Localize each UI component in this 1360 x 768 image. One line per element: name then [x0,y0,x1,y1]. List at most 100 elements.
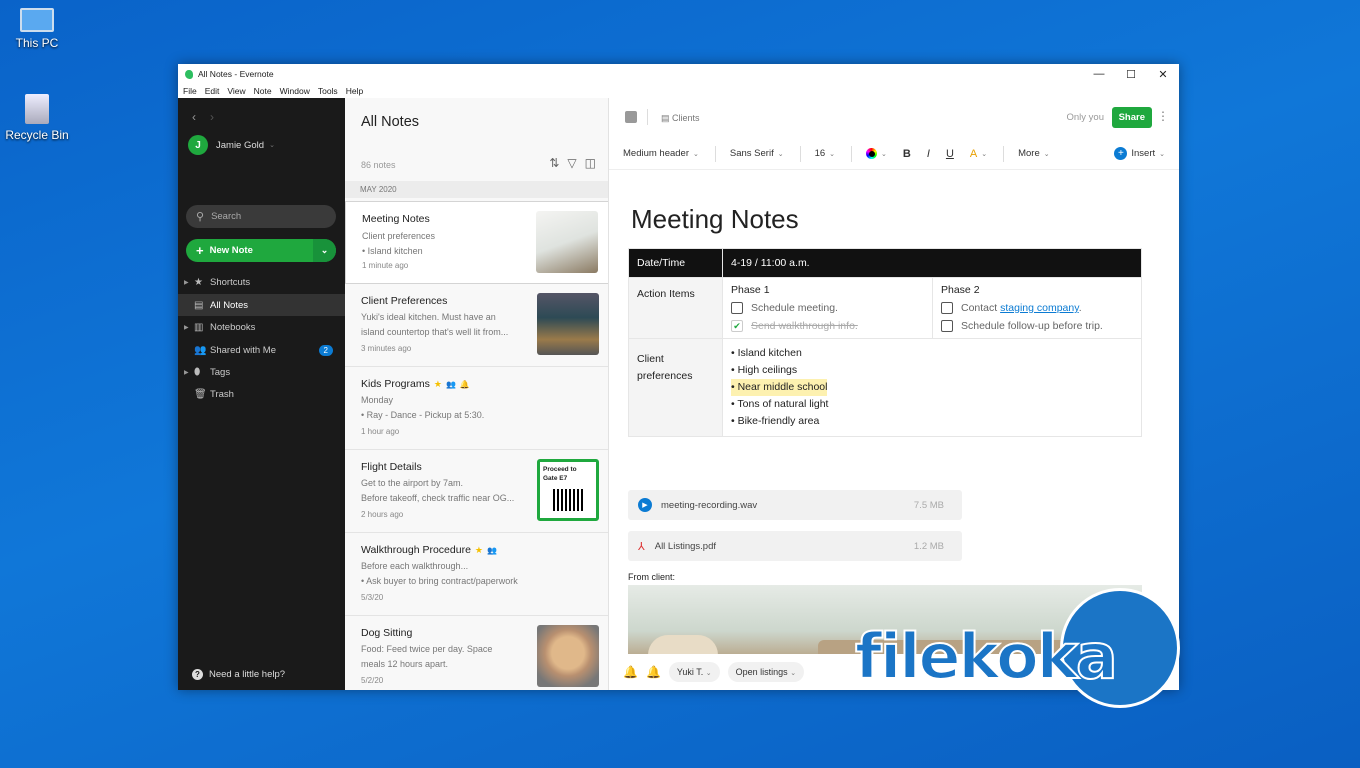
checkbox[interactable] [941,320,953,333]
checkbox-checked[interactable]: ✔ [731,320,743,333]
style-dropdown[interactable]: Medium header ⌄ [623,148,699,159]
sidebar-item-shortcuts[interactable]: ▶ ★ Shortcuts [178,271,345,293]
task-item[interactable]: ✔ Send walkthrough info. [731,320,924,333]
help-label: Need a little help? [209,669,286,680]
chevron-down-icon: ⌄ [1159,150,1165,158]
menu-edit[interactable]: Edit [205,86,220,96]
note-item[interactable]: Client Preferences Yuki's ideal kitchen.… [345,284,608,367]
plus-circle-icon: + [1114,147,1128,160]
date-value[interactable]: 4-19 / 11:00 a.m. [722,248,1142,278]
new-note-dropdown[interactable]: ⌄ [313,239,336,262]
italic-button[interactable]: I [927,148,930,160]
note-snippet: Client preferences [362,231,436,241]
close-button[interactable]: ✕ [1147,64,1179,84]
sort-icon[interactable]: ⇅ [549,156,559,170]
bold-button[interactable]: B [903,148,911,160]
assignee-dropdown[interactable]: Yuki T. ⌄ [668,662,720,682]
expand-icon[interactable] [625,111,637,123]
staging-company-link[interactable]: staging company [1000,302,1079,314]
more-options-icon[interactable]: ⋮ [1157,109,1169,123]
sidebar-item-all-notes[interactable]: ▤ All Notes [178,294,345,316]
note-item[interactable]: Flight Details Get to the airport by 7am… [345,450,608,533]
note-icon: ▤ [194,299,204,311]
task-item[interactable]: Schedule follow-up before trip. [941,320,1133,333]
menu-help[interactable]: Help [346,86,363,96]
insert-dropdown[interactable]: + Insert ⌄ [1114,147,1165,160]
editor-header: ▤ Clients Only you Share ⋮ [609,98,1179,138]
back-icon[interactable]: ‹ [192,110,196,124]
trash-icon: 🗑 [194,388,207,400]
notebook-breadcrumb[interactable]: ▤ Clients [661,113,700,124]
task-item[interactable]: Schedule meeting. [731,302,924,315]
note-snippet: meals 12 hours apart. [361,659,449,669]
account-menu[interactable]: J Jamie Gold ⌄ [188,135,275,155]
sidebar-item-label: Tags [210,366,231,378]
insert-label: Insert [1131,148,1156,159]
note-item[interactable]: Walkthrough Procedure ★ 👥 Before each walk… [345,533,608,616]
new-note-button[interactable]: + New Note ⌄ [186,239,336,262]
note-item[interactable]: Dog Sitting Food: Feed twice per day. Sp… [345,616,608,690]
tag-dropdown[interactable]: Open listings ⌄ [727,662,805,682]
sidebar-item-notebooks[interactable]: ▶ ▥ Notebooks [178,316,345,338]
menu-note[interactable]: Note [254,86,272,96]
view-options-icon[interactable]: ◫ [585,156,596,170]
tag-label: Open listings [735,667,788,677]
sidebar-item-label: Notebooks [210,321,256,333]
note-snippet: • Island kitchen [362,246,423,256]
font-size-dropdown[interactable]: 16 ⌄ [815,148,835,159]
task-text: Schedule meeting. [751,302,838,314]
from-client-label: From client: [628,572,676,582]
star-icon: ★ [474,544,483,555]
search-input[interactable]: ⚲ Search [186,205,336,228]
attachment-size: 7.5 MB [913,499,944,511]
action-items-label: Action Items [628,276,723,340]
pdf-attachment[interactable]: ⅄ All Listings.pdf 1.2 MB [628,531,962,561]
checkbox[interactable] [941,302,953,315]
share-button[interactable]: Share [1111,107,1152,128]
menu-window[interactable]: Window [280,86,310,96]
menu-view[interactable]: View [227,86,245,96]
note-title[interactable]: Meeting Notes [631,204,799,235]
recycle-bin-icon [25,94,49,124]
boarding-pass-text: Proceed to Gate E7 [543,466,577,482]
color-wheel-icon [866,148,878,159]
star-icon: ★ [194,276,203,288]
maximize-button[interactable]: ☐ [1115,64,1147,84]
filter-icon[interactable]: ▽ [567,156,576,170]
note-item[interactable]: Kids Programs ★ 👥 🔔 Monday • Ray - Dance - … [345,367,608,450]
menu-file[interactable]: File [183,86,197,96]
underline-button[interactable]: U [946,148,954,160]
sidebar-item-tags[interactable]: ▶ ⬮ Tags [178,361,345,383]
note-item[interactable]: Meeting Notes Client preferences • Islan… [345,201,608,284]
chevron-down-icon: ⌄ [777,150,784,158]
attachment-name: meeting-recording.wav [661,499,758,511]
shared-icon: 👥 [487,545,497,555]
task-text: Send walkthrough info. [751,320,858,333]
task-item[interactable]: Contact staging company. [941,302,1133,315]
formatting-toolbar: Medium header ⌄ Sans Serif ⌄ 16 ⌄ ⌄ B I U A… [609,138,1179,170]
minimize-button[interactable]: — [1083,64,1115,84]
highlight-icon[interactable]: A ⌄ [970,148,987,160]
chevron-down-icon: ⌄ [269,142,275,149]
menu-bar: File Edit View Note Window Tools Help [178,84,1179,98]
reminder-add-icon[interactable]: 🔔 [646,665,661,679]
preferences-list: • Island kitchen • High ceilings • Near … [722,338,1142,438]
more-dropdown[interactable]: More ⌄ [1018,148,1050,159]
note-date: 5/2/20 [361,676,384,685]
desktop-icon-recycle-bin[interactable]: Recycle Bin [2,94,72,142]
sidebar-item-trash[interactable]: 🗑 Trash [178,383,345,405]
forward-icon[interactable]: › [210,110,214,124]
checkbox[interactable] [731,302,743,315]
sidebar-item-shared-with-me[interactable]: 👥 Shared with Me 2 [178,339,345,361]
desktop-icon-this-pc[interactable]: This PC [2,8,72,50]
menu-tools[interactable]: Tools [318,86,338,96]
play-icon[interactable]: ▶ [638,498,652,512]
notebook-name: Clients [672,113,700,123]
list-item: • Island kitchen [731,347,802,360]
audio-attachment[interactable]: ▶ meeting-recording.wav 7.5 MB [628,490,962,520]
reminder-icon[interactable]: 🔔 [623,665,638,679]
style-label: Medium header [623,148,690,159]
font-dropdown[interactable]: Sans Serif ⌄ [730,148,784,159]
help-link[interactable]: ? Need a little help? [192,669,285,680]
text-color-dropdown[interactable]: ⌄ [866,148,887,159]
